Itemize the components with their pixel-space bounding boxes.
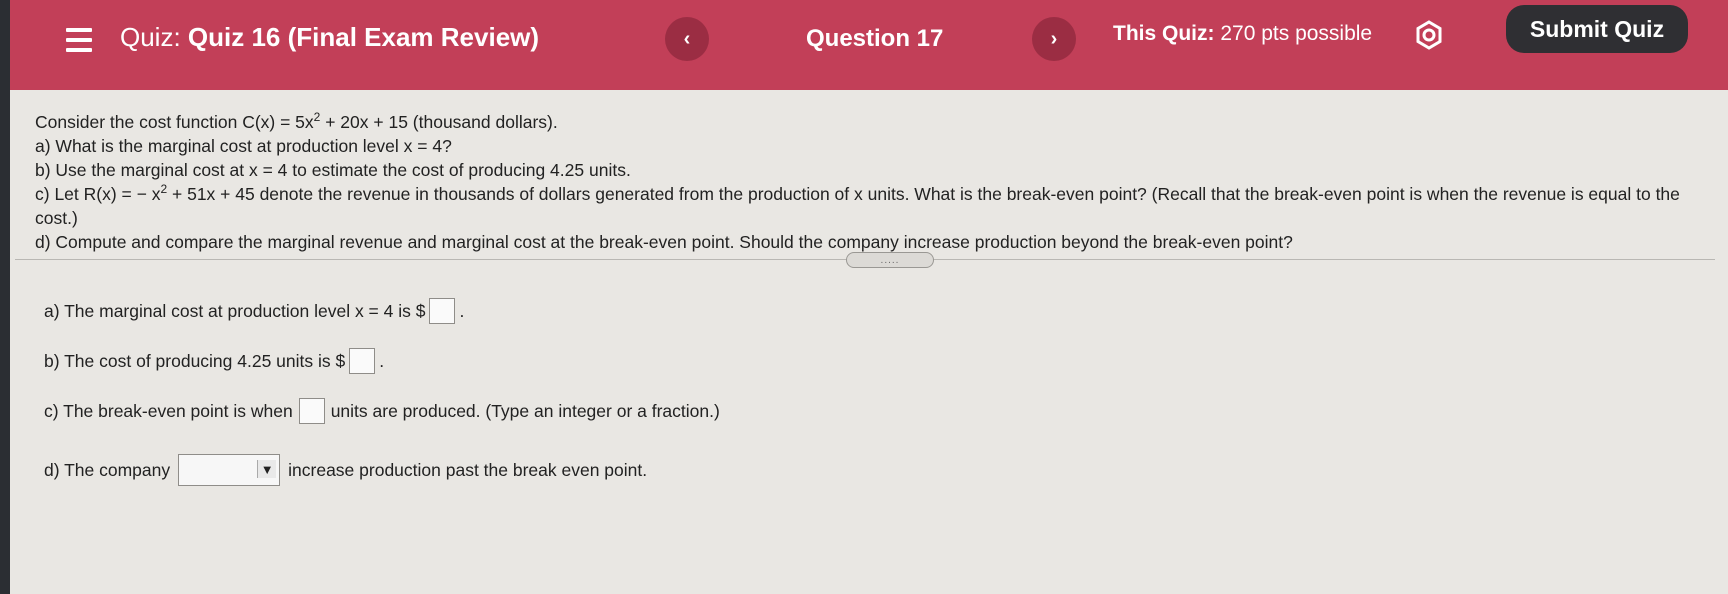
answer-c: c) The break-even point is when units ar… [44, 398, 720, 424]
question-line-2: a) What is the marginal cost at producti… [35, 136, 452, 156]
question-line-4: c) Let R(x) = − x2 + 51x + 45 denote the… [35, 182, 1680, 228]
answer-d-dropdown[interactable]: ▼ [178, 454, 281, 486]
answer-a-input[interactable] [429, 298, 456, 324]
answer-a: a) The marginal cost at production level… [44, 298, 464, 324]
answer-d: d) The company ▼ increase production pas… [44, 454, 647, 486]
chevron-left-icon: ‹ [683, 27, 691, 50]
answer-c-input[interactable] [298, 398, 325, 424]
quiz-title-name: Quiz 16 (Final Exam Review) [187, 22, 540, 52]
question-text: Consider the cost function C(x) = 5x2 + … [35, 110, 1715, 254]
question-line-5: d) Compute and compare the marginal reve… [35, 232, 1293, 252]
previous-question-button[interactable]: ‹ [665, 17, 709, 61]
gear-icon[interactable] [1414, 20, 1444, 50]
answer-b-input[interactable] [349, 348, 376, 374]
quiz-title: Quiz: Quiz 16 (Final Exam Review) [120, 22, 539, 53]
chevron-down-icon: ▼ [257, 460, 277, 478]
quiz-title-label: Quiz: [120, 22, 181, 52]
hamburger-icon[interactable] [66, 28, 92, 52]
chevron-right-icon: › [1050, 27, 1058, 50]
divider-handle[interactable]: ..... [846, 252, 934, 268]
question-line-1: Consider the cost function C(x) = 5x2 + … [35, 110, 558, 132]
question-number: Question 17 [806, 25, 944, 52]
points-value: 270 pts possible [1220, 22, 1373, 45]
quiz-points: This Quiz: 270 pts possible [1113, 22, 1372, 46]
question-line-3: b) Use the marginal cost at x = 4 to est… [35, 160, 631, 180]
answer-b: b) The cost of producing 4.25 units is $… [44, 348, 384, 374]
submit-quiz-button[interactable]: Submit Quiz [1506, 5, 1688, 53]
points-label: This Quiz: [1113, 22, 1215, 45]
quiz-header-bar: Quiz: Quiz 16 (Final Exam Review) ‹ Ques… [10, 0, 1728, 90]
next-question-button[interactable]: › [1032, 17, 1076, 61]
quiz-page: Quiz: Quiz 16 (Final Exam Review) ‹ Ques… [10, 0, 1728, 594]
